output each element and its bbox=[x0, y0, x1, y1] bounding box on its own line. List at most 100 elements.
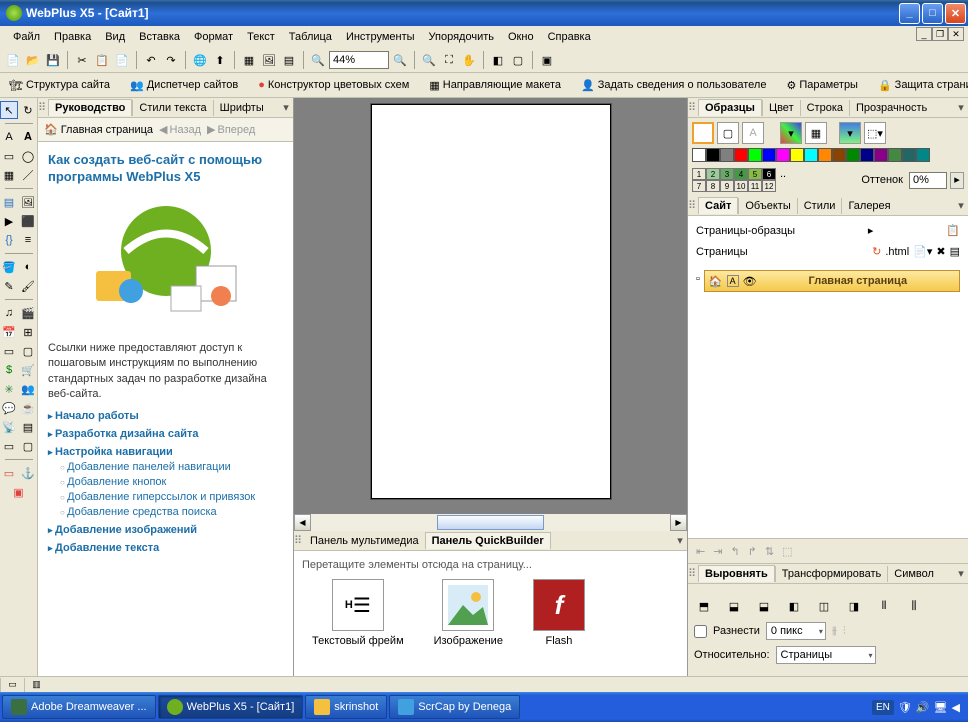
scroll-left-icon[interactable]: ◀ bbox=[294, 514, 311, 531]
fill-swatch[interactable] bbox=[692, 122, 714, 144]
tab-multimedia[interactable]: Панель мультимедиа bbox=[304, 533, 425, 549]
counter-tool[interactable]: ⊞ bbox=[19, 323, 37, 341]
palette2-icon[interactable]: ▦ bbox=[805, 122, 827, 144]
tab-line[interactable]: Строка bbox=[800, 100, 849, 116]
spread-checkbox[interactable] bbox=[694, 625, 707, 638]
frame2-tool[interactable]: ▭ bbox=[0, 437, 18, 455]
relative-combo[interactable]: Страницы bbox=[776, 646, 876, 664]
forum-tool[interactable]: 💬 bbox=[0, 399, 18, 417]
media-tool[interactable]: ♫ bbox=[0, 304, 18, 322]
page-canvas[interactable] bbox=[371, 104, 611, 499]
menu-help[interactable]: Справка bbox=[541, 28, 598, 46]
zoom-in-icon[interactable]: 🔍 bbox=[391, 51, 409, 69]
link-site-design[interactable]: Разработка дизайна сайта bbox=[48, 428, 283, 440]
fill-tool[interactable]: 🪣 bbox=[0, 258, 18, 276]
artistic-text-tool[interactable]: 𝐀 bbox=[19, 128, 37, 146]
menu-text[interactable]: Текст bbox=[240, 28, 282, 46]
action-4[interactable]: ↱ bbox=[748, 545, 757, 558]
cart-tool[interactable]: 🛒 bbox=[19, 361, 37, 379]
align-right-icon[interactable]: ◨ bbox=[844, 596, 864, 616]
form-tool[interactable]: ▭ bbox=[0, 342, 18, 360]
action-6[interactable]: ⬚ bbox=[782, 545, 792, 558]
gradient-icon[interactable]: ▾ bbox=[839, 122, 861, 144]
guide-home[interactable]: 🏠Главная страница bbox=[44, 123, 153, 136]
color-olive2[interactable] bbox=[888, 148, 902, 162]
zoom-out-icon[interactable]: 🔍 bbox=[309, 51, 327, 69]
tab-fonts[interactable]: Шрифты bbox=[213, 100, 270, 116]
anchor-tool[interactable]: ⚓ bbox=[19, 464, 37, 482]
dollar-tool[interactable]: $ bbox=[0, 361, 18, 379]
h-scrollbar[interactable]: ◀ ▶ bbox=[294, 514, 687, 531]
new-icon[interactable]: 📄 bbox=[4, 51, 22, 69]
templates-expand-icon[interactable]: ▸ bbox=[868, 224, 874, 237]
shape-tool[interactable]: ◯ bbox=[19, 147, 37, 165]
stack-icon[interactable]: ▣ bbox=[538, 51, 556, 69]
link-getting-started[interactable]: Начало работы bbox=[48, 410, 283, 422]
color-cyan[interactable] bbox=[804, 148, 818, 162]
guide-content[interactable]: Как создать веб-сайт с помощью программы… bbox=[38, 142, 293, 676]
transparency-tool[interactable]: ◐ bbox=[19, 258, 37, 276]
color-brown[interactable] bbox=[832, 148, 846, 162]
color-orange[interactable] bbox=[818, 148, 832, 162]
bitmap-icon[interactable]: ⬚▾ bbox=[864, 122, 886, 144]
page-icon[interactable]: ▢ bbox=[509, 51, 527, 69]
arrow-tool[interactable]: ▶ bbox=[0, 212, 18, 230]
qb-menu-icon[interactable]: ▾ bbox=[673, 534, 687, 547]
tray-icon-4[interactable]: ◀ bbox=[952, 701, 960, 714]
mdi-minimize[interactable]: _ bbox=[916, 27, 932, 41]
tint-input[interactable]: 0% bbox=[909, 172, 947, 189]
align-hcenter-icon[interactable]: ◫ bbox=[814, 596, 834, 616]
spread-v-icon[interactable]: ⫶ bbox=[843, 625, 846, 638]
brush-tool[interactable]: 🖌 bbox=[19, 277, 37, 295]
task-scrcap[interactable]: ScrCap by Denega bbox=[389, 695, 520, 719]
tab-transform[interactable]: Трансформировать bbox=[775, 566, 888, 582]
globe-tool[interactable]: ✳ bbox=[0, 380, 18, 398]
page-del-icon[interactable]: ✖ bbox=[936, 245, 945, 258]
sublink-hyperlinks[interactable]: Добавление гиперссылок и привязок bbox=[60, 491, 283, 503]
distribute-h-icon[interactable]: ⫴ bbox=[874, 596, 894, 616]
record-tool[interactable]: ▣ bbox=[10, 483, 28, 501]
spread-h-icon[interactable]: ⫵ bbox=[832, 625, 837, 638]
menu-table[interactable]: Таблица bbox=[282, 28, 339, 46]
qb-text-frame[interactable]: H☰Текстовый фрейм bbox=[312, 579, 404, 647]
spread-input[interactable]: 0 пикс bbox=[766, 622, 826, 640]
pointer-tool[interactable]: ↖ bbox=[0, 101, 18, 119]
align-left-icon[interactable]: ◧ bbox=[784, 596, 804, 616]
mdi-close[interactable]: ✕ bbox=[948, 27, 964, 41]
image-icon[interactable]: 🖼 bbox=[260, 51, 278, 69]
align-vcenter-icon[interactable]: ⬓ bbox=[724, 596, 744, 616]
color-yellow[interactable] bbox=[790, 148, 804, 162]
tab-guide[interactable]: Руководство bbox=[48, 99, 132, 116]
align-menu-icon[interactable]: ▾ bbox=[954, 567, 968, 580]
templates-add-icon[interactable]: 📋 bbox=[946, 224, 960, 237]
tray-icon-3[interactable]: 🖥 bbox=[934, 701, 948, 714]
scroll-right-icon[interactable]: ▶ bbox=[670, 514, 687, 531]
paste-icon[interactable]: 📄 bbox=[113, 51, 131, 69]
status-icon-2[interactable]: ▥ bbox=[24, 678, 48, 692]
text-tool[interactable]: A bbox=[0, 128, 18, 146]
status-icon-1[interactable]: ▭ bbox=[0, 678, 24, 692]
grid-icon[interactable]: ▦ bbox=[240, 51, 258, 69]
tab-symbol[interactable]: Символ bbox=[887, 566, 940, 582]
menu-format[interactable]: Формат bbox=[187, 28, 240, 46]
hotspot-tool[interactable]: ▭ bbox=[0, 464, 18, 482]
tray-icon-1[interactable]: 🛡 bbox=[898, 701, 912, 714]
table-tool[interactable]: ▦ bbox=[0, 166, 18, 184]
java-tool[interactable]: ☕ bbox=[19, 399, 37, 417]
tab-quickbuilder[interactable]: Панель QuickBuilder bbox=[425, 532, 551, 549]
close-button[interactable]: ✕ bbox=[945, 3, 966, 24]
movie-tool[interactable]: 🎬 bbox=[19, 304, 37, 322]
zoom-input[interactable]: 44% bbox=[329, 51, 389, 69]
tab-text-styles[interactable]: Стили текста bbox=[132, 100, 212, 116]
scroll-thumb[interactable] bbox=[437, 515, 545, 530]
mdi-restore[interactable]: ❐ bbox=[932, 27, 948, 41]
align-top-icon[interactable]: ⬒ bbox=[694, 596, 714, 616]
menu-arrange[interactable]: Упорядочить bbox=[422, 28, 501, 46]
site-menu-icon[interactable]: ▾ bbox=[954, 199, 968, 212]
sublink-buttons[interactable]: Добавление кнопок bbox=[60, 476, 283, 488]
tint-spinner[interactable]: ▸ bbox=[950, 172, 964, 189]
preview-icon[interactable]: 🌐 bbox=[191, 51, 209, 69]
tab-objects[interactable]: Объекты bbox=[738, 198, 796, 214]
nav-icon[interactable]: ◧ bbox=[489, 51, 507, 69]
tab-color[interactable]: Цвет bbox=[762, 100, 800, 116]
